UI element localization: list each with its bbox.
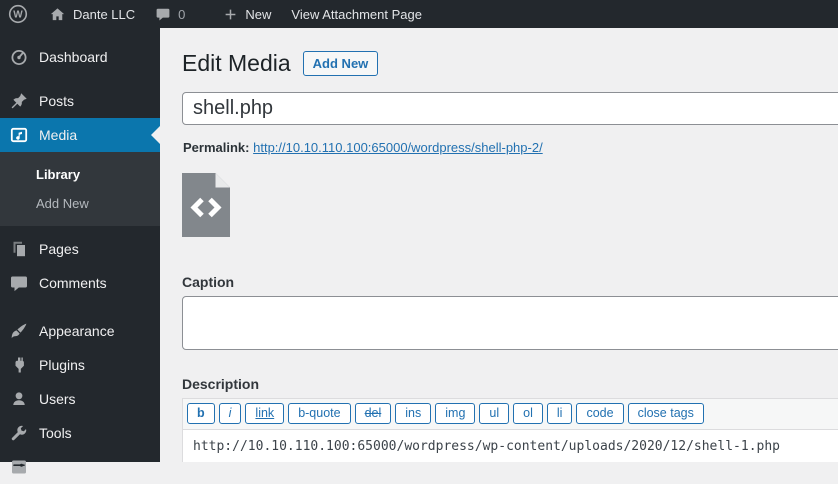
quicktag-italic-button[interactable]: i	[218, 402, 242, 424]
sidebar-item-plugins[interactable]: Plugins	[0, 348, 160, 382]
code-document-icon	[182, 172, 230, 237]
wordpress-logo-button[interactable]: W	[0, 0, 39, 28]
new-content-button[interactable]: New	[213, 0, 281, 28]
page-title: Edit Media	[182, 50, 291, 76]
permalink-link[interactable]: http://10.10.110.100:65000/wordpress/she…	[253, 140, 543, 155]
description-textarea[interactable]: http://10.10.110.100:65000/wordpress/wp-…	[183, 429, 838, 462]
quicktag-del-button[interactable]: del	[354, 402, 392, 424]
add-new-button[interactable]: Add New	[302, 51, 379, 77]
appearance-icon	[9, 321, 29, 341]
sidebar-item-pages[interactable]: Pages	[0, 232, 160, 266]
pages-icon	[9, 239, 29, 259]
plugins-icon	[9, 355, 29, 375]
description-editor: b i link b-quote del ins img ul ol li co…	[182, 397, 838, 462]
sidebar-item-users[interactable]: Users	[0, 382, 160, 416]
quicktag-bquote-button[interactable]: b-quote	[288, 402, 351, 424]
quicktag-ul-button[interactable]: ul	[479, 402, 510, 424]
permalink: Permalink: http://10.10.110.100:65000/wo…	[183, 140, 838, 155]
media-title-input[interactable]	[182, 91, 838, 125]
tools-icon	[9, 423, 29, 443]
quicktag-code-button[interactable]: code	[576, 402, 624, 424]
view-attachment-page-link[interactable]: View Attachment Page	[281, 0, 432, 28]
sidebar-item-media-add-new[interactable]: Add New	[0, 189, 160, 218]
plus-icon	[223, 7, 238, 22]
site-name: Dante LLC	[73, 6, 136, 22]
quicktag-close-tags-button[interactable]: close tags	[627, 402, 704, 424]
quicktag-li-button[interactable]: li	[546, 402, 573, 424]
edit-media-page: Edit Media Add New Permalink: http://10.…	[160, 28, 838, 462]
description-label: Description	[182, 375, 260, 392]
pushpin-icon	[9, 91, 29, 111]
sidebar-item-media[interactable]: Media	[0, 118, 160, 152]
admin-sidebar: Dashboard Posts Media Library Add New Pa…	[0, 28, 160, 475]
new-label: New	[245, 6, 272, 22]
quicktag-ins-button[interactable]: ins	[395, 402, 432, 424]
caption-textarea[interactable]	[182, 295, 838, 350]
svg-text:W: W	[13, 10, 23, 21]
comment-bubble-icon	[155, 6, 171, 22]
quicktag-bold-button[interactable]: b	[187, 402, 215, 424]
sidebar-item-posts[interactable]: Posts	[0, 84, 160, 118]
caption-label: Caption	[182, 273, 235, 290]
media-submenu: Library Add New	[0, 152, 160, 226]
sidebar-item-comments[interactable]: Comments	[0, 266, 160, 300]
home-icon	[49, 6, 66, 23]
site-name-link[interactable]: Dante LLC	[39, 0, 145, 28]
permalink-label: Permalink:	[183, 139, 250, 155]
sidebar-item-dashboard[interactable]: Dashboard	[0, 40, 160, 74]
quicktags-toolbar: b i link b-quote del ins img ul ol li co…	[183, 398, 838, 430]
comments-admin-bar-link[interactable]: 0	[145, 0, 195, 28]
comment-count: 0	[178, 6, 186, 22]
sidebar-item-settings[interactable]: Settings	[0, 450, 160, 484]
sidebar-item-tools[interactable]: Tools	[0, 416, 160, 450]
sidebar-item-appearance[interactable]: Appearance	[0, 314, 160, 348]
settings-icon	[9, 457, 29, 477]
wordpress-logo-icon: W	[8, 4, 28, 24]
quicktag-img-button[interactable]: img	[435, 402, 476, 424]
comments-icon	[9, 273, 29, 293]
dashboard-icon	[9, 47, 29, 67]
quicktag-link-button[interactable]: link	[245, 402, 285, 424]
admin-bar: W Dante LLC 0 New View Attachment Page	[0, 0, 838, 28]
media-icon	[9, 125, 29, 145]
users-icon	[9, 389, 29, 409]
sidebar-item-media-library[interactable]: Library	[0, 160, 160, 189]
quicktag-ol-button[interactable]: ol	[513, 402, 543, 424]
